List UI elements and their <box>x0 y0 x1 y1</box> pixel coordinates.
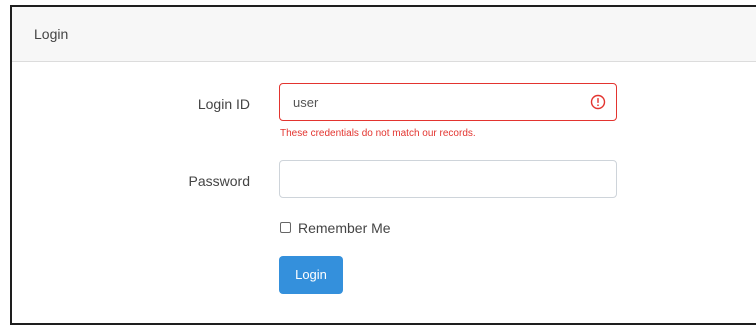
card-title: Login <box>34 26 69 42</box>
card-header: Login <box>12 7 756 62</box>
login-id-error: These credentials do not match our recor… <box>280 128 476 139</box>
exclamation-circle-icon <box>590 94 606 110</box>
password-input[interactable] <box>279 160 617 198</box>
login-id-input[interactable]: user <box>279 83 617 121</box>
login-card: Login Login ID user These credentials do… <box>10 5 756 325</box>
remember-me-checkbox[interactable] <box>280 222 291 233</box>
login-id-label: Login ID <box>197 96 250 112</box>
login-button[interactable]: Login <box>279 256 343 294</box>
login-id-value: user <box>293 95 319 110</box>
password-label: Password <box>188 173 250 189</box>
remember-me-label[interactable]: Remember Me <box>298 220 391 236</box>
